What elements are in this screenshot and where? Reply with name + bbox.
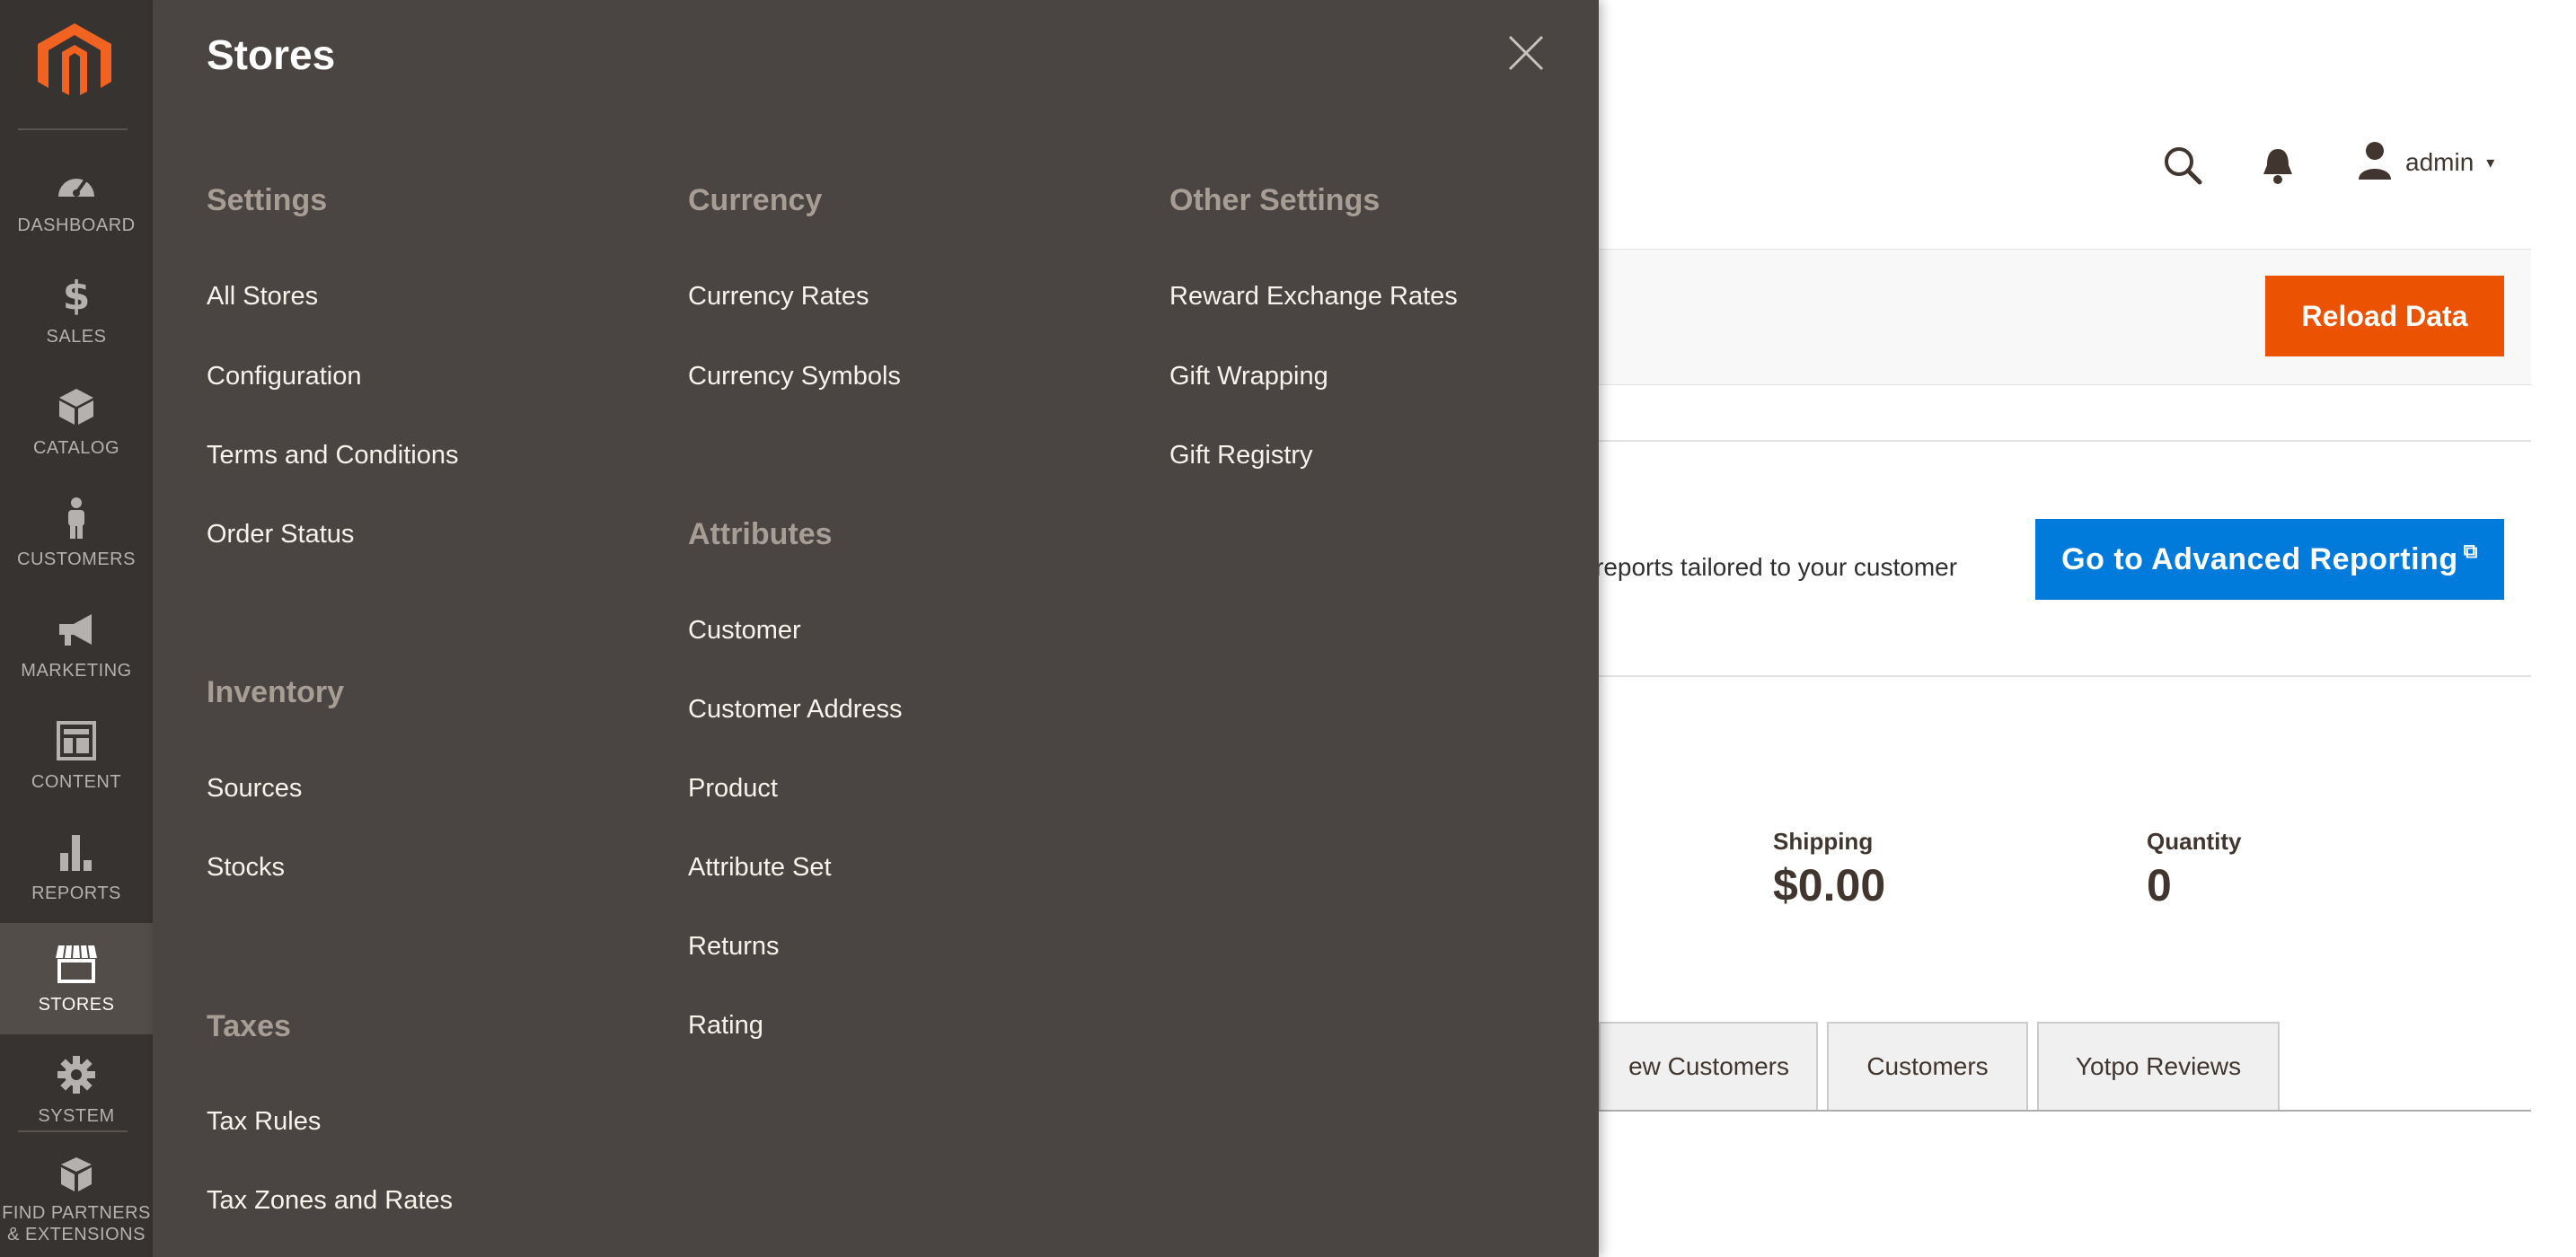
stat-quantity: Quantity 0 — [2147, 828, 2241, 911]
advanced-reporting-text: reports tailored to your customer — [1595, 553, 1958, 581]
storefront-icon — [55, 942, 98, 985]
dollar-icon: $ — [62, 272, 91, 319]
gear-icon — [55, 1053, 98, 1096]
nav-item-find-partners[interactable]: FIND PARTNERS & EXTENSIONS — [0, 1142, 153, 1257]
tab-new-customers[interactable]: ew Customers — [1599, 1022, 1818, 1110]
bar-chart-icon — [55, 831, 98, 874]
heading-taxes: Taxes — [207, 1009, 291, 1043]
stat-value: 0 — [2147, 860, 2172, 910]
bell-icon[interactable] — [2260, 145, 2296, 185]
nav-label-dashboard: DASHBOARD — [17, 215, 136, 235]
stores-menu-panel: Stores Settings All Stores Configuration… — [153, 0, 1599, 1257]
person-icon — [55, 497, 98, 540]
nav-label-partners-2: & EXTENSIONS — [7, 1225, 146, 1244]
admin-sidebar: DASHBOARD $ SALES CATALOG CUSTOMERS MARK… — [0, 0, 153, 1257]
link-attribute-customer[interactable]: Customer — [688, 616, 801, 646]
external-link-icon: ⧉ — [2463, 540, 2478, 562]
nav-label-marketing: MARKETING — [21, 661, 132, 681]
nav-divider — [18, 1130, 128, 1132]
nav-item-dashboard[interactable]: DASHBOARD — [0, 144, 153, 255]
cube-icon — [55, 385, 98, 428]
nav-item-marketing[interactable]: MARKETING — [0, 589, 153, 700]
nav-label-reports: REPORTS — [31, 883, 121, 903]
nav-item-sales[interactable]: $ SALES — [0, 255, 153, 366]
search-icon[interactable] — [2163, 145, 2202, 185]
heading-other-settings: Other Settings — [1169, 183, 1381, 217]
nav-label-stores: STORES — [38, 995, 115, 1015]
link-attribute-rating[interactable]: Rating — [688, 1011, 763, 1041]
nav-label-sales: SALES — [46, 327, 107, 347]
nav-label-system: SYSTEM — [38, 1106, 115, 1126]
tab-customers[interactable]: Customers — [1827, 1022, 2028, 1110]
stat-label: Quantity — [2147, 828, 2242, 855]
advanced-reporting-button[interactable]: Go to Advanced Reporting ⧉ — [2035, 519, 2504, 600]
user-icon — [2357, 140, 2393, 186]
nav-label-content: CONTENT — [31, 772, 122, 792]
chevron-down-icon: ▾ — [2486, 153, 2495, 171]
nav-item-system[interactable]: SYSTEM — [0, 1034, 153, 1146]
tabs-divider — [1599, 1110, 2531, 1112]
link-terms-and-conditions[interactable]: Terms and Conditions — [207, 441, 458, 470]
link-gift-wrapping[interactable]: Gift Wrapping — [1169, 362, 1328, 391]
reload-data-button[interactable]: Reload Data — [2265, 276, 2504, 356]
heading-currency: Currency — [688, 183, 823, 217]
stat-label: Shipping — [1773, 828, 1874, 855]
nav-label-partners-1: FIND PARTNERS — [2, 1203, 151, 1223]
nav-item-stores[interactable]: STORES — [0, 923, 153, 1034]
heading-attributes: Attributes — [688, 517, 833, 551]
panel-title: Stores — [207, 31, 336, 78]
tab-yotpo-reviews[interactable]: Yotpo Reviews — [2037, 1022, 2280, 1110]
nav-label-customers: CUSTOMERS — [17, 549, 136, 569]
link-sources[interactable]: Sources — [207, 774, 302, 804]
link-currency-symbols[interactable]: Currency Symbols — [688, 362, 901, 391]
link-configuration[interactable]: Configuration — [207, 362, 362, 391]
nav-item-content[interactable]: CONTENT — [0, 700, 153, 812]
layout-icon — [55, 719, 98, 762]
link-gift-registry[interactable]: Gift Registry — [1169, 441, 1313, 470]
nav-item-customers[interactable]: CUSTOMERS — [0, 478, 153, 589]
advanced-reporting-label: Go to Advanced Reporting — [2061, 541, 2458, 576]
megaphone-icon — [55, 608, 98, 651]
close-icon[interactable] — [1507, 34, 1545, 72]
link-tax-rules[interactable]: Tax Rules — [207, 1107, 321, 1137]
section-divider — [1599, 440, 2531, 442]
nav-item-catalog[interactable]: CATALOG — [0, 366, 153, 478]
speedometer-icon — [55, 163, 98, 206]
nav-label-catalog: CATALOG — [32, 438, 120, 458]
user-menu[interactable]: admin ▾ — [2357, 140, 2494, 185]
stat-value: $0.00 — [1773, 860, 1886, 910]
link-tax-zones-and-rates[interactable]: Tax Zones and Rates — [207, 1186, 453, 1216]
link-all-stores[interactable]: All Stores — [207, 282, 318, 312]
link-attribute-set[interactable]: Attribute Set — [688, 853, 832, 883]
nav-item-reports[interactable]: REPORTS — [0, 812, 153, 923]
user-name: admin — [2405, 148, 2475, 176]
boxes-icon — [55, 1154, 98, 1197]
section-divider — [1599, 675, 2531, 677]
link-stocks[interactable]: Stocks — [207, 853, 285, 883]
link-order-status[interactable]: Order Status — [207, 520, 354, 549]
link-attribute-product[interactable]: Product — [688, 774, 778, 804]
link-reward-exchange-rates[interactable]: Reward Exchange Rates — [1169, 282, 1458, 312]
logo-divider — [18, 128, 128, 130]
stat-shipping: Shipping $0.00 — [1773, 828, 1885, 911]
heading-inventory: Inventory — [207, 675, 345, 709]
heading-settings: Settings — [207, 183, 328, 217]
link-attribute-returns[interactable]: Returns — [688, 932, 780, 962]
magento-logo-icon[interactable] — [36, 22, 113, 102]
link-currency-rates[interactable]: Currency Rates — [688, 282, 869, 312]
link-attribute-customer-address[interactable]: Customer Address — [688, 695, 903, 725]
